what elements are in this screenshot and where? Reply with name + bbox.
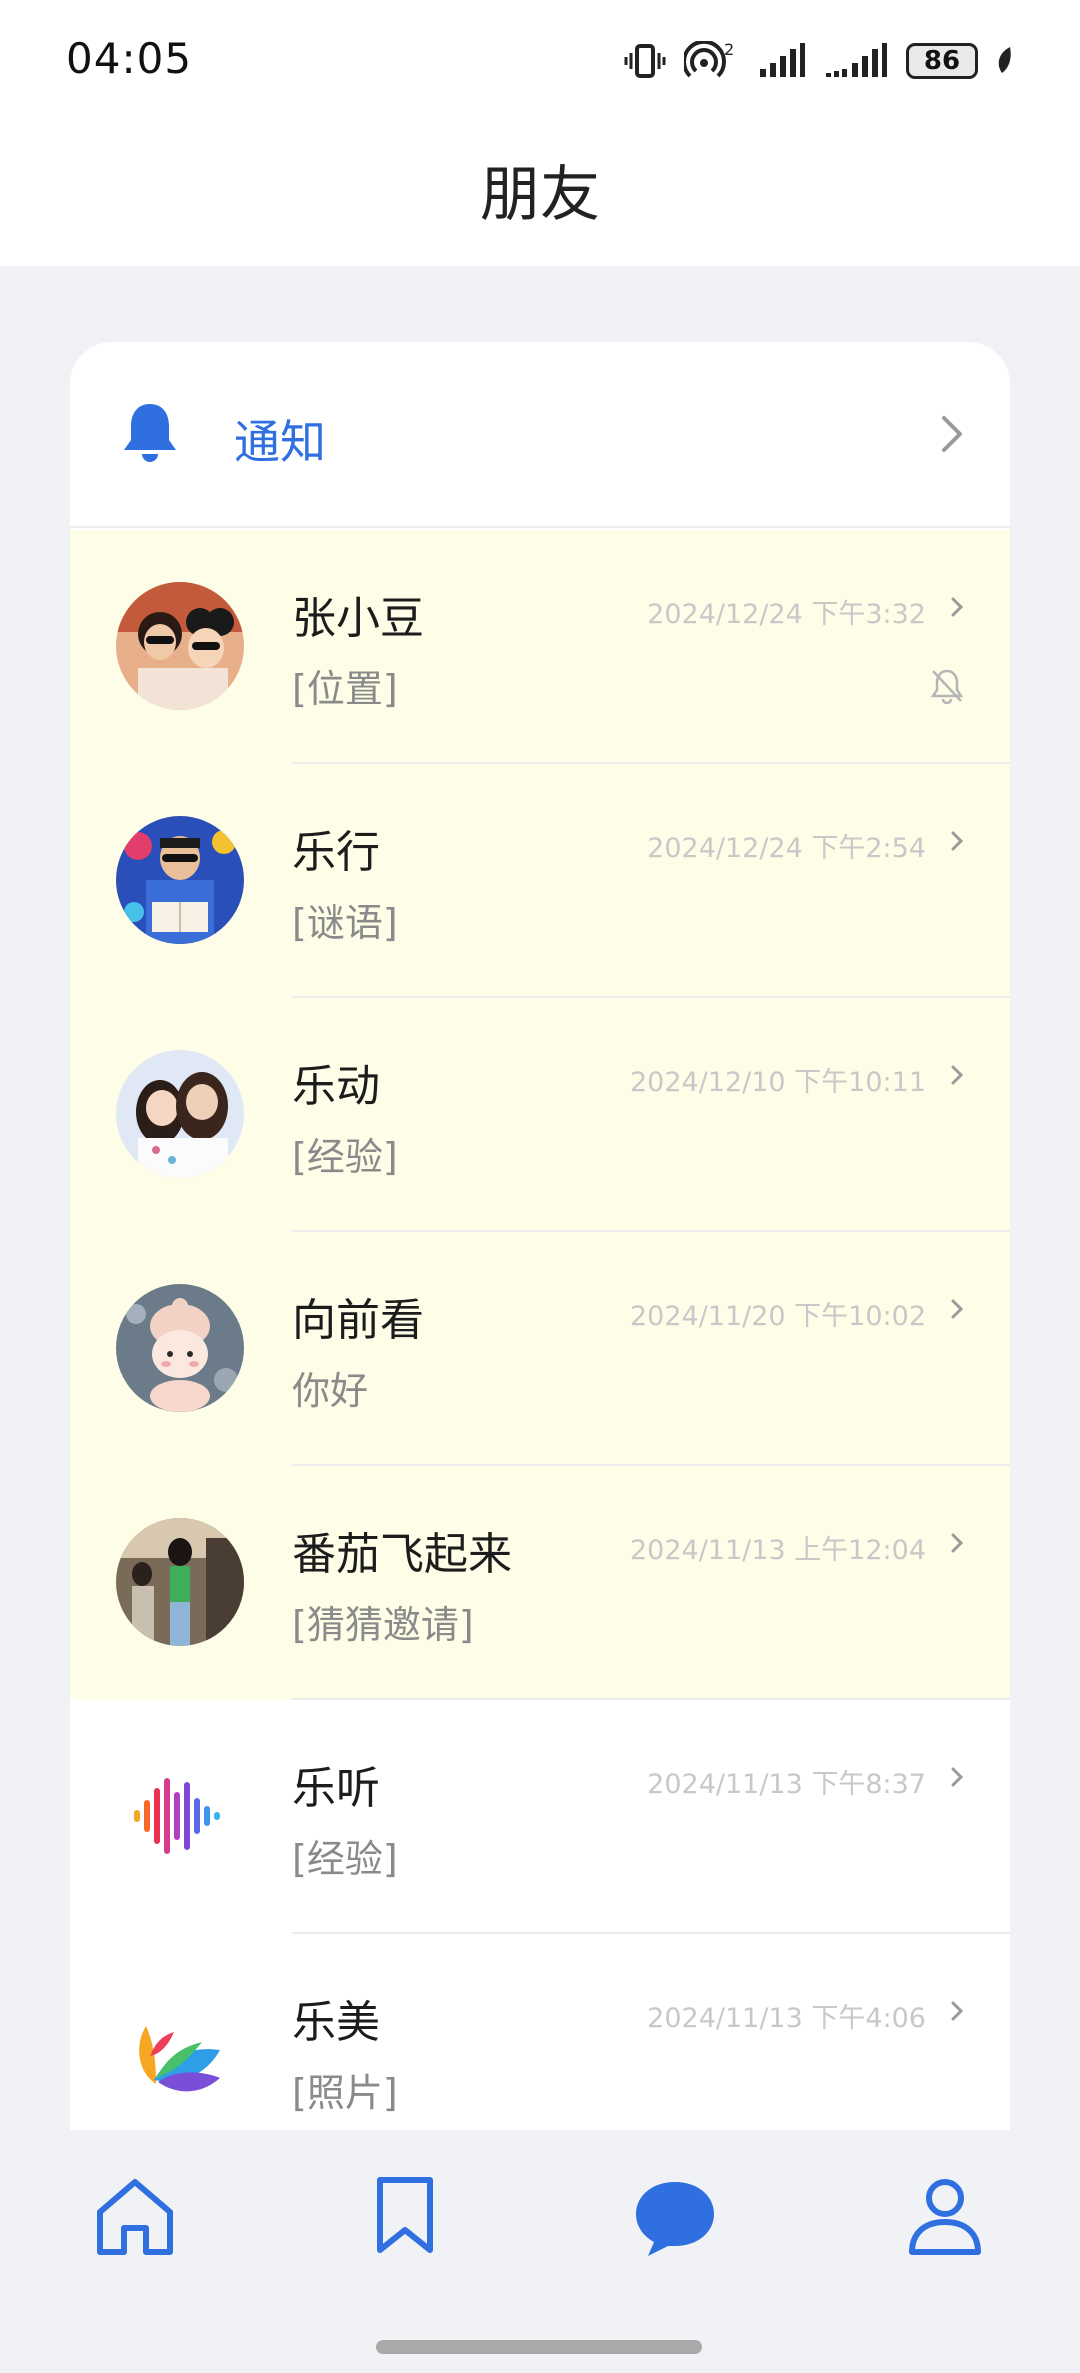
chevron-right-icon [951,2001,964,2021]
header: 朋友 [0,120,1080,266]
notice-row[interactable]: 通知 [70,342,1010,528]
friend-item[interactable]: 乐动 2024/12/10 下午10:11 [经验] [70,998,1010,1232]
status-time: 04:05 [66,34,193,83]
friend-list: 张小豆 2024/12/24 下午3:32 [位置] 乐行 2024/12/24… [70,530,1010,2130]
chevron-right-icon [951,831,964,851]
page-title: 朋友 [480,160,600,230]
battery-level: 86 [923,46,961,76]
vibrate-icon [624,44,666,78]
signal-icon [760,43,805,77]
chevron-right-icon [951,597,964,617]
friend-item[interactable]: 乐美 2024/11/13 下午4:06 [照片] [70,1934,1010,2130]
friend-time: 2024/12/24 下午2:54 [647,833,926,864]
profile-icon [909,2179,981,2255]
friend-time: 2024/11/20 下午10:02 [629,1301,926,1332]
friend-name: 向前看 [292,1295,424,1346]
friend-preview: 你好 [292,1369,369,1413]
avatar [116,1050,244,1178]
chevron-right-icon [951,1299,964,1319]
chevron-right-icon [951,1767,964,1787]
avatar [116,582,244,710]
friend-preview: [谜语] [292,901,398,945]
home-icon [97,2179,173,2255]
friend-name: 乐美 [292,1997,380,2048]
friend-item[interactable]: 张小豆 2024/12/24 下午3:32 [位置] [70,530,1010,764]
friend-name: 张小豆 [292,593,424,644]
mute-bell-icon [930,669,964,704]
avatar [116,1518,244,1646]
chat-icon [636,2182,714,2256]
status-bar: 04:05 2 86 [0,0,1080,120]
chevron-right-icon [951,1533,964,1553]
friend-item[interactable]: 乐行 2024/12/24 下午2:54 [谜语] [70,764,1010,998]
friend-item[interactable]: 向前看 2024/11/20 下午10:02 你好 [70,1232,1010,1466]
avatar [116,1284,244,1412]
friend-time: 2024/11/13 下午8:37 [647,1769,926,1800]
friend-name: 乐听 [292,1763,380,1814]
battery-icon: 86 [906,43,978,79]
chevron-right-icon [951,1065,964,1085]
bottom-nav [0,2130,1080,2373]
friend-time: 2024/12/10 下午10:11 [629,1067,926,1098]
avatar [116,816,244,944]
bell-icon [124,404,176,462]
nav-bookmark[interactable] [360,2170,450,2260]
friend-item[interactable]: 番茄飞起来 2024/11/13 上午12:04 [猜猜邀请] [70,1466,1010,1700]
chevron-right-icon [942,416,962,452]
status-icons: 2 86 [624,38,1014,84]
nav-home[interactable] [90,2170,180,2260]
friend-preview: [照片] [292,2071,398,2115]
friend-name: 番茄飞起来 [292,1529,512,1580]
svg-text:2: 2 [724,41,734,59]
leaf-icon [998,47,1011,73]
friend-preview: [位置] [292,667,398,711]
hotspot-icon: 2 [684,41,734,78]
friend-preview: [猜猜邀请] [292,1603,474,1647]
signal-icon [826,43,887,77]
friend-preview: [经验] [292,1837,398,1881]
friend-name: 乐行 [292,827,380,878]
bookmark-icon [377,2177,433,2253]
friend-time: 2024/12/24 下午3:32 [647,599,926,630]
friend-item[interactable]: 乐听 2024/11/13 下午8:37 [经验] [70,1700,1010,1934]
avatar [116,1752,244,1880]
avatar [116,1986,244,2114]
nav-chat[interactable] [630,2170,720,2260]
nav-profile[interactable] [900,2170,990,2260]
friend-time: 2024/11/13 上午12:04 [629,1535,926,1566]
friend-card: 通知 张小豆 2024/12/24 下午3:32 [位置] 乐行 2024/12… [70,342,1010,2130]
friend-time: 2024/11/13 下午4:06 [647,2003,926,2034]
notice-label: 通知 [234,415,326,469]
friend-preview: [经验] [292,1135,398,1179]
home-indicator[interactable] [376,2340,702,2354]
friend-name: 乐动 [292,1061,380,1112]
